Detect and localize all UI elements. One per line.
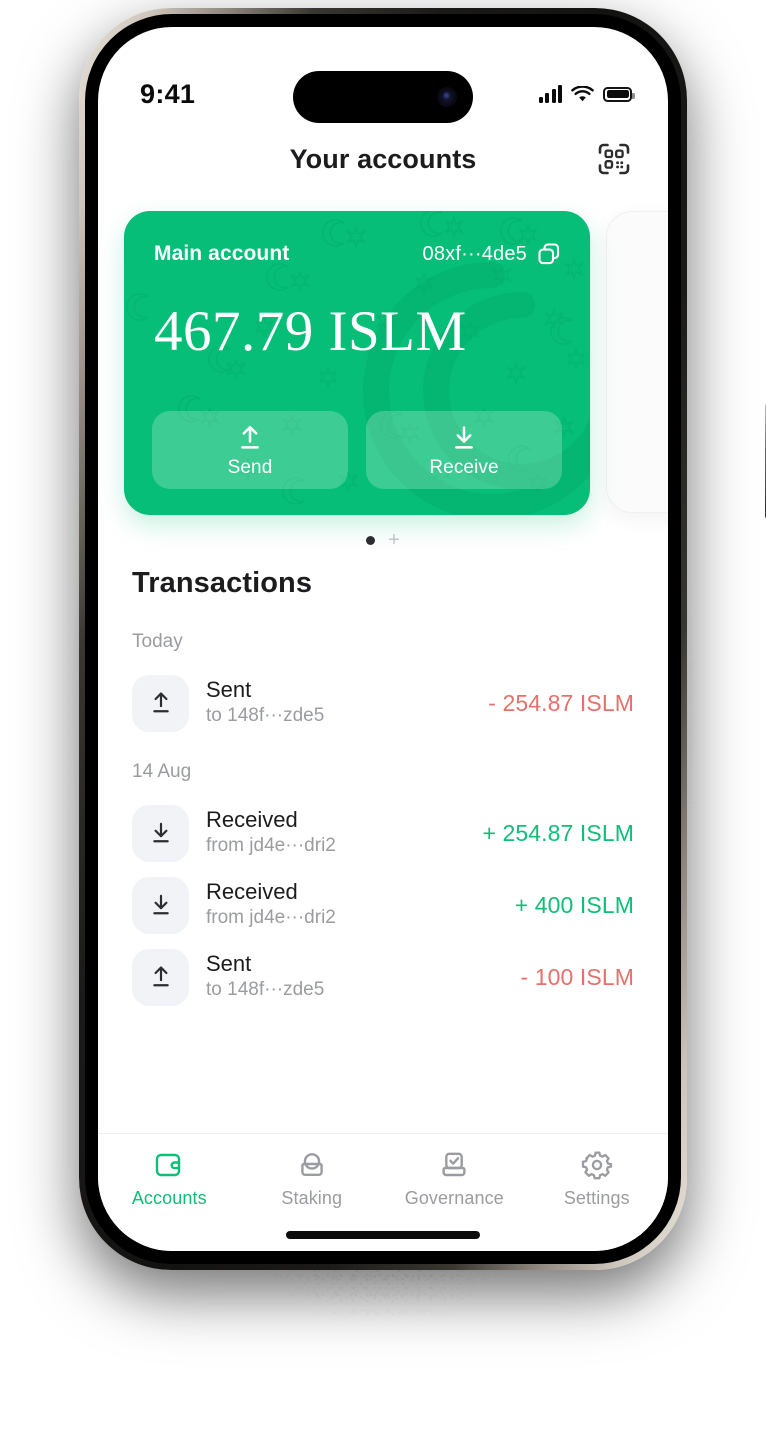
app-header: Your accounts	[98, 123, 668, 195]
transaction-amount: + 400 ISLM	[514, 891, 634, 918]
transaction-peer-address: 148f···zde5	[227, 979, 325, 1001]
phone-device-frame: 9:41 Your accounts Main account 08xf···4…	[79, 8, 766, 1270]
dynamic-island	[293, 71, 473, 123]
transaction-peer-address: jd4e···dri2	[249, 907, 336, 929]
qr-scan-icon[interactable]	[594, 139, 634, 179]
transaction-kind: Received	[206, 879, 298, 905]
transaction-group-label: Today	[132, 631, 183, 652]
transaction-amount: - 254.87 ISLM	[488, 689, 634, 716]
accounts-carousel[interactable]: Main account 08xf···4de5 467.79 ISLM Sen…	[98, 203, 668, 523]
main-account-card[interactable]: Main account 08xf···4de5 467.79 ISLM Sen…	[124, 211, 590, 515]
table-row[interactable]: Sent to 148f···zde5 - 254.87 ISLM	[98, 667, 668, 739]
transactions-list: Today Sent to 148f···zde5 - 254.87 ISLM …	[98, 631, 668, 1013]
transaction-peer-address: jd4e···dri2	[249, 835, 336, 857]
transaction-peer: from jd4e···dri2	[206, 834, 482, 859]
transaction-peer: to 148f···zde5	[206, 704, 488, 729]
tab-settings-label: Settings	[563, 1188, 630, 1208]
send-button-label: Send	[227, 456, 273, 478]
tab-staking-label: Staking	[281, 1188, 343, 1208]
page-title: Your accounts	[289, 143, 477, 174]
cellular-signal-icon	[538, 85, 562, 103]
transaction-kind: Received	[206, 807, 298, 833]
gear-icon	[581, 1151, 612, 1180]
pager-dot-active[interactable]	[366, 535, 376, 545]
transaction-peer-prefix: to	[206, 979, 222, 1001]
governance-icon	[442, 1152, 466, 1177]
transaction-peer: from jd4e···dri2	[206, 906, 515, 931]
transaction-details: Sent to 148f···zde5	[206, 677, 488, 729]
table-row[interactable]: Received from jd4e···dri2 + 400 ISLM	[98, 869, 668, 941]
transaction-group: Today Sent to 148f···zde5 - 254.87 ISLM	[98, 631, 668, 739]
tab-accounts[interactable]: Accounts	[98, 1148, 241, 1209]
account-balance: 467.79 ISLM	[154, 300, 467, 363]
account-address-group[interactable]: 08xf···4de5	[423, 241, 562, 267]
receive-button-label: Receive	[429, 456, 499, 478]
arrow-up-export-icon	[132, 674, 189, 732]
transaction-details: Received from jd4e···dri2	[206, 807, 482, 859]
wallet-icon	[156, 1153, 181, 1177]
table-row[interactable]: Sent to 148f···zde5 - 100 ISLM	[98, 941, 668, 1013]
carousel-pager: +	[98, 527, 668, 553]
arrow-down-import-icon	[455, 425, 473, 449]
account-address: 08xf···4de5	[422, 242, 527, 265]
phone-screen: 9:41 Your accounts Main account 08xf···4…	[98, 27, 668, 1251]
next-account-card[interactable]	[606, 211, 668, 513]
transaction-group-label: 14 Aug	[132, 761, 192, 782]
tab-governance[interactable]: Governance	[383, 1148, 526, 1209]
copy-icon[interactable]	[536, 241, 562, 267]
account-name: Main account	[154, 242, 290, 265]
transaction-kind: Sent	[206, 677, 252, 703]
arrow-up-export-icon	[132, 948, 189, 1006]
transactions-title: Transactions	[132, 567, 313, 599]
transaction-peer-prefix: from	[206, 835, 244, 857]
receive-button[interactable]: Receive	[366, 411, 562, 489]
add-account-button[interactable]: +	[388, 530, 400, 550]
table-row[interactable]: Received from jd4e···dri2 + 254.87 ISLM	[98, 797, 668, 869]
transaction-peer-prefix: to	[206, 705, 222, 727]
status-time: 9:41	[140, 78, 196, 109]
transaction-details: Received from jd4e···dri2	[206, 879, 515, 931]
transaction-kind: Sent	[206, 951, 252, 977]
front-camera-icon	[437, 87, 457, 107]
card-header-row: Main account 08xf···4de5	[154, 241, 562, 267]
status-icons	[538, 85, 635, 103]
arrow-up-export-icon	[241, 425, 259, 449]
transaction-peer-address: 148f···zde5	[227, 705, 325, 727]
transaction-peer: to 148f···zde5	[206, 978, 521, 1003]
tab-governance-label: Governance	[404, 1188, 504, 1208]
arrow-down-import-icon	[132, 804, 189, 862]
card-action-row: Send Receive	[152, 411, 562, 489]
home-indicator[interactable]	[286, 1231, 480, 1239]
transaction-amount: + 254.87 ISLM	[482, 819, 634, 846]
tab-accounts-label: Accounts	[131, 1188, 207, 1208]
transaction-group: 14 Aug Received from jd4e···dri2 + 254.8…	[98, 761, 668, 1013]
tab-staking[interactable]: Staking	[241, 1148, 384, 1209]
transaction-peer-prefix: from	[206, 907, 244, 929]
tab-settings[interactable]: Settings	[526, 1148, 669, 1209]
battery-icon	[603, 86, 635, 102]
arrow-down-import-icon	[132, 876, 189, 934]
send-button[interactable]: Send	[152, 411, 348, 489]
staking-icon	[300, 1153, 323, 1176]
transaction-details: Sent to 148f···zde5	[206, 951, 521, 1003]
transaction-amount: - 100 ISLM	[520, 963, 634, 990]
wifi-icon	[571, 85, 594, 101]
